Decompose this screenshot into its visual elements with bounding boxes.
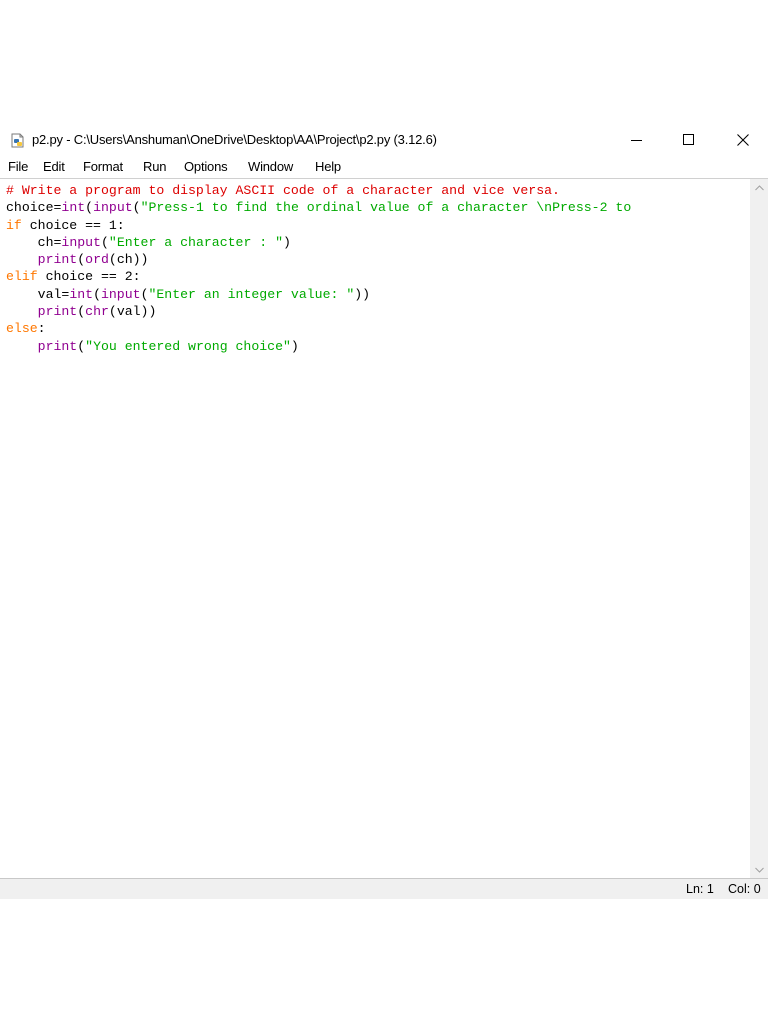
- code-token-default: (: [77, 252, 86, 268]
- status-bar: Ln: 1 Col: 0: [0, 878, 768, 899]
- chevron-up-icon: [754, 185, 764, 191]
- code-line[interactable]: elif choice == 2:: [6, 268, 746, 285]
- code-token-builtin: ord: [85, 252, 109, 268]
- code-line[interactable]: ch=input("Enter a character : "): [6, 234, 746, 251]
- code-token-default: (: [77, 304, 86, 320]
- code-token-builtin: input: [100, 286, 141, 302]
- idle-editor-window: p2.py - C:\Users\Anshuman\OneDrive\Deskt…: [0, 124, 768, 899]
- scroll-up-button[interactable]: [750, 181, 768, 195]
- code-token-builtin: int: [61, 200, 86, 216]
- code-line[interactable]: choice=int(input("Press-1 to find the or…: [6, 199, 746, 216]
- code-line[interactable]: print(ord(ch)): [6, 251, 746, 268]
- status-line-number: Ln: 1: [686, 882, 714, 896]
- menu-format[interactable]: Format: [83, 159, 123, 174]
- code-token-default: choice=: [6, 200, 62, 216]
- close-icon: [737, 134, 749, 146]
- code-token-default: (: [93, 286, 101, 302]
- code-line[interactable]: else:: [6, 320, 746, 337]
- menu-options[interactable]: Options: [184, 159, 228, 174]
- menu-bar: File Edit Format Run Options Window Help: [0, 156, 768, 178]
- minimize-button[interactable]: [614, 124, 660, 156]
- menu-help[interactable]: Help: [315, 159, 341, 174]
- code-token-builtin: input: [93, 200, 133, 216]
- code-token-default: (: [100, 234, 109, 250]
- title-bar[interactable]: p2.py - C:\Users\Anshuman\OneDrive\Deskt…: [0, 124, 768, 156]
- code-token-builtin: print: [37, 338, 78, 354]
- window-title: p2.py - C:\Users\Anshuman\OneDrive\Deskt…: [32, 132, 437, 147]
- status-column-number: Col: 0: [728, 882, 761, 896]
- code-line[interactable]: print("You entered wrong choice"): [6, 338, 746, 355]
- code-token-builtin: input: [61, 234, 101, 250]
- code-editor[interactable]: # Write a program to display ASCII code …: [0, 178, 768, 879]
- code-token-default: [6, 252, 38, 267]
- code-token-comment: # Write a program to display ASCII code …: [6, 183, 560, 198]
- maximize-button[interactable]: [666, 124, 712, 156]
- python-file-icon: [11, 133, 24, 148]
- code-token-keyword: if: [6, 217, 22, 233]
- menu-window[interactable]: Window: [248, 159, 293, 174]
- vertical-scrollbar[interactable]: [750, 179, 768, 879]
- code-token-default: )): [354, 286, 371, 302]
- code-token-string: "You entered wrong choice": [85, 338, 291, 354]
- code-line[interactable]: if choice == 1:: [6, 217, 746, 234]
- code-token-default: (: [85, 200, 94, 216]
- code-token-default: ): [283, 234, 291, 250]
- code-token-default: choice == 2:: [37, 269, 141, 285]
- menu-file[interactable]: File: [8, 159, 28, 174]
- scroll-down-button[interactable]: [750, 863, 768, 877]
- code-token-default: val=: [6, 286, 70, 302]
- code-token-default: (: [77, 338, 86, 354]
- code-token-default: [6, 304, 38, 319]
- chevron-down-icon: [754, 867, 764, 873]
- code-token-builtin: chr: [85, 304, 109, 320]
- code-token-default: (val)): [108, 304, 157, 320]
- code-token-builtin: print: [37, 304, 78, 320]
- code-text-area[interactable]: # Write a program to display ASCII code …: [6, 182, 746, 872]
- code-token-keyword: elif: [6, 269, 38, 285]
- code-token-default: (ch)): [108, 252, 149, 268]
- code-token-default: ch=: [6, 234, 62, 250]
- code-token-keyword: else: [6, 321, 38, 337]
- code-token-string: "Enter a character : ": [108, 234, 284, 250]
- code-token-default: choice == 1:: [21, 217, 125, 233]
- maximize-icon: [683, 134, 694, 145]
- menu-run[interactable]: Run: [143, 159, 166, 174]
- code-line[interactable]: # Write a program to display ASCII code …: [6, 182, 746, 199]
- code-token-default: ): [290, 338, 299, 354]
- code-token-builtin: print: [37, 252, 78, 268]
- code-token-string: "Press-1 to find the ordinal value of a …: [140, 200, 632, 216]
- code-token-builtin: int: [69, 286, 94, 302]
- code-token-default: [6, 339, 38, 354]
- code-token-string: "Enter an integer value: ": [148, 286, 355, 302]
- code-token-default: (: [132, 200, 141, 216]
- code-line[interactable]: print(chr(val)): [6, 303, 746, 320]
- minimize-icon: [631, 140, 642, 141]
- menu-edit[interactable]: Edit: [43, 159, 65, 174]
- code-token-default: :: [37, 321, 46, 337]
- close-button[interactable]: [720, 124, 766, 156]
- code-line[interactable]: val=int(input("Enter an integer value: "…: [6, 286, 746, 303]
